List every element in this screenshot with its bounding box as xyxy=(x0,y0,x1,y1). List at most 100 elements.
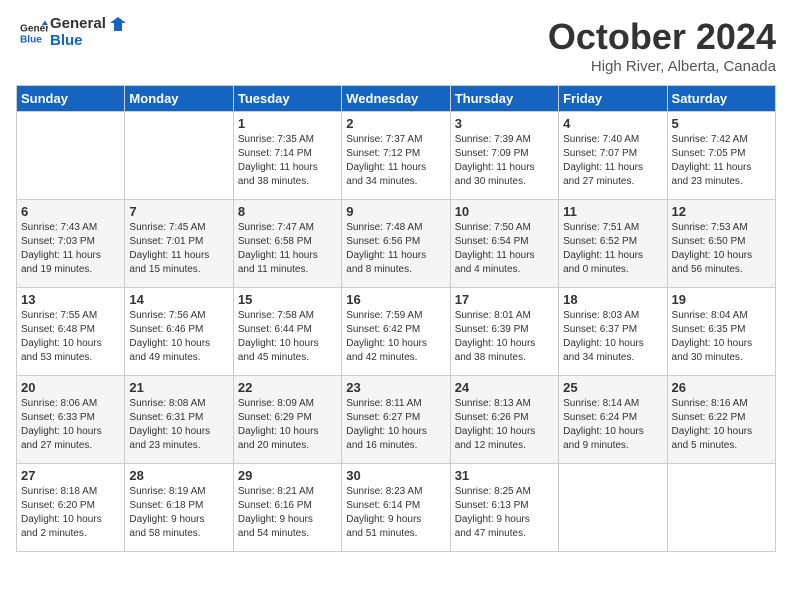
day-info: Sunrise: 7:43 AM Sunset: 7:03 PM Dayligh… xyxy=(21,221,120,277)
calendar-cell: 17 Sunrise: 8:01 AM Sunset: 6:39 PM Dayli… xyxy=(450,288,558,376)
calendar-week-row: 1Sunrise: 7:35 AM Sunset: 7:14 PM Daylig… xyxy=(17,112,776,200)
day-number: 20 xyxy=(21,380,120,395)
day-info: Sunrise: 7:55 AM Sunset: 6:48 PM Dayligh… xyxy=(21,309,120,365)
day-number: 11 xyxy=(563,204,662,219)
day-info: Sunrise: 8:16 AM Sunset: 6:22 PM Dayligh… xyxy=(672,397,771,453)
day-number: 28 xyxy=(129,468,228,483)
day-info: Sunrise: 7:37 AM Sunset: 7:12 PM Dayligh… xyxy=(346,133,445,189)
day-info: Sunrise: 7:40 AM Sunset: 7:07 PM Dayligh… xyxy=(563,133,662,189)
day-info: Sunrise: 8:04 AM Sunset: 6:35 PM Dayligh… xyxy=(672,309,771,365)
calendar-cell: 15Sunrise: 7:58 AM Sunset: 6:44 PM Dayli… xyxy=(233,288,341,376)
calendar-cell xyxy=(17,112,125,200)
day-number: 27 xyxy=(21,468,120,483)
day-number: 24 xyxy=(455,380,554,395)
calendar-cell: 8 Sunrise: 7:47 AM Sunset: 6:58 PM Daylig… xyxy=(233,200,341,288)
svg-text:Blue: Blue xyxy=(20,34,42,45)
day-number: 17 xyxy=(455,292,554,307)
calendar-cell: 1Sunrise: 7:35 AM Sunset: 7:14 PM Daylig… xyxy=(233,112,341,200)
page-header: General Blue General Blue October 2024 H… xyxy=(16,16,776,75)
calendar-cell: 23Sunrise: 8:11 AM Sunset: 6:27 PM Dayli… xyxy=(342,376,450,464)
weekday-row: SundayMondayTuesdayWednesdayThursdayFrid… xyxy=(17,86,776,112)
day-number: 14 xyxy=(129,292,228,307)
weekday-header: Sunday xyxy=(17,86,125,112)
weekday-header: Tuesday xyxy=(233,86,341,112)
day-info: Sunrise: 8:08 AM Sunset: 6:31 PM Dayligh… xyxy=(129,397,228,453)
calendar-cell: 11 Sunrise: 7:51 AM Sunset: 6:52 PM Dayli… xyxy=(559,200,667,288)
calendar-week-row: 20 Sunrise: 8:06 AM Sunset: 6:33 PM Dayli… xyxy=(17,376,776,464)
day-number: 4 xyxy=(563,116,662,131)
day-number: 26 xyxy=(672,380,771,395)
logo: General Blue General Blue xyxy=(16,16,126,49)
day-info: Sunrise: 7:42 AM Sunset: 7:05 PM Dayligh… xyxy=(672,133,771,189)
day-number: 7 xyxy=(129,204,228,219)
calendar-cell: 2 Sunrise: 7:37 AM Sunset: 7:12 PM Daylig… xyxy=(342,112,450,200)
calendar-cell: 16Sunrise: 7:59 AM Sunset: 6:42 PM Dayli… xyxy=(342,288,450,376)
calendar-cell xyxy=(667,464,775,552)
day-number: 19 xyxy=(672,292,771,307)
day-info: Sunrise: 7:35 AM Sunset: 7:14 PM Dayligh… xyxy=(238,133,337,189)
logo-bird-icon xyxy=(110,17,126,31)
calendar-cell: 10Sunrise: 7:50 AM Sunset: 6:54 PM Dayli… xyxy=(450,200,558,288)
logo-blue: Blue xyxy=(50,32,83,49)
day-info: Sunrise: 8:25 AM Sunset: 6:13 PM Dayligh… xyxy=(455,485,554,541)
calendar-cell: 21 Sunrise: 8:08 AM Sunset: 6:31 PM Dayli… xyxy=(125,376,233,464)
calendar-cell: 30Sunrise: 8:23 AM Sunset: 6:14 PM Dayli… xyxy=(342,464,450,552)
day-info: Sunrise: 8:09 AM Sunset: 6:29 PM Dayligh… xyxy=(238,397,337,453)
day-number: 8 xyxy=(238,204,337,219)
day-info: Sunrise: 7:50 AM Sunset: 6:54 PM Dayligh… xyxy=(455,221,554,277)
calendar-cell: 31 Sunrise: 8:25 AM Sunset: 6:13 PM Dayli… xyxy=(450,464,558,552)
day-info: Sunrise: 8:06 AM Sunset: 6:33 PM Dayligh… xyxy=(21,397,120,453)
calendar-cell: 3Sunrise: 7:39 AM Sunset: 7:09 PM Daylig… xyxy=(450,112,558,200)
calendar-cell: 18 Sunrise: 8:03 AM Sunset: 6:37 PM Dayli… xyxy=(559,288,667,376)
calendar-cell: 27Sunrise: 8:18 AM Sunset: 6:20 PM Dayli… xyxy=(17,464,125,552)
calendar-body: 1Sunrise: 7:35 AM Sunset: 7:14 PM Daylig… xyxy=(17,112,776,552)
day-number: 2 xyxy=(346,116,445,131)
day-number: 18 xyxy=(563,292,662,307)
day-info: Sunrise: 8:01 AM Sunset: 6:39 PM Dayligh… xyxy=(455,309,554,365)
location: High River, Alberta, Canada xyxy=(548,58,776,75)
day-number: 6 xyxy=(21,204,120,219)
day-info: Sunrise: 8:14 AM Sunset: 6:24 PM Dayligh… xyxy=(563,397,662,453)
logo-general: General xyxy=(50,15,106,32)
day-number: 13 xyxy=(21,292,120,307)
day-info: Sunrise: 7:39 AM Sunset: 7:09 PM Dayligh… xyxy=(455,133,554,189)
calendar-cell: 14 Sunrise: 7:56 AM Sunset: 6:46 PM Dayli… xyxy=(125,288,233,376)
calendar-cell: 29Sunrise: 8:21 AM Sunset: 6:16 PM Dayli… xyxy=(233,464,341,552)
month-title: October 2024 xyxy=(548,16,776,58)
calendar-cell: 6 Sunrise: 7:43 AM Sunset: 7:03 PM Daylig… xyxy=(17,200,125,288)
weekday-header: Thursday xyxy=(450,86,558,112)
day-number: 21 xyxy=(129,380,228,395)
calendar-cell: 28Sunrise: 8:19 AM Sunset: 6:18 PM Dayli… xyxy=(125,464,233,552)
day-info: Sunrise: 7:51 AM Sunset: 6:52 PM Dayligh… xyxy=(563,221,662,277)
day-number: 23 xyxy=(346,380,445,395)
day-info: Sunrise: 7:53 AM Sunset: 6:50 PM Dayligh… xyxy=(672,221,771,277)
weekday-header: Monday xyxy=(125,86,233,112)
day-info: Sunrise: 8:03 AM Sunset: 6:37 PM Dayligh… xyxy=(563,309,662,365)
calendar-cell: 25 Sunrise: 8:14 AM Sunset: 6:24 PM Dayli… xyxy=(559,376,667,464)
day-number: 31 xyxy=(455,468,554,483)
day-info: Sunrise: 7:45 AM Sunset: 7:01 PM Dayligh… xyxy=(129,221,228,277)
calendar-week-row: 13 Sunrise: 7:55 AM Sunset: 6:48 PM Dayli… xyxy=(17,288,776,376)
day-info: Sunrise: 7:56 AM Sunset: 6:46 PM Dayligh… xyxy=(129,309,228,365)
day-number: 5 xyxy=(672,116,771,131)
calendar-cell: 20 Sunrise: 8:06 AM Sunset: 6:33 PM Dayli… xyxy=(17,376,125,464)
calendar-cell: 26 Sunrise: 8:16 AM Sunset: 6:22 PM Dayli… xyxy=(667,376,775,464)
weekday-header: Friday xyxy=(559,86,667,112)
day-info: Sunrise: 8:23 AM Sunset: 6:14 PM Dayligh… xyxy=(346,485,445,541)
calendar-cell: 19 Sunrise: 8:04 AM Sunset: 6:35 PM Dayli… xyxy=(667,288,775,376)
calendar-cell: 13 Sunrise: 7:55 AM Sunset: 6:48 PM Dayli… xyxy=(17,288,125,376)
day-number: 12 xyxy=(672,204,771,219)
calendar-cell: 7 Sunrise: 7:45 AM Sunset: 7:01 PM Daylig… xyxy=(125,200,233,288)
day-number: 25 xyxy=(563,380,662,395)
day-info: Sunrise: 7:58 AM Sunset: 6:44 PM Dayligh… xyxy=(238,309,337,365)
calendar-table: SundayMondayTuesdayWednesdayThursdayFrid… xyxy=(16,85,776,552)
day-info: Sunrise: 7:59 AM Sunset: 6:42 PM Dayligh… xyxy=(346,309,445,365)
day-number: 29 xyxy=(238,468,337,483)
calendar-cell xyxy=(125,112,233,200)
calendar-week-row: 6 Sunrise: 7:43 AM Sunset: 7:03 PM Daylig… xyxy=(17,200,776,288)
calendar-week-row: 27Sunrise: 8:18 AM Sunset: 6:20 PM Dayli… xyxy=(17,464,776,552)
calendar-cell: 5 Sunrise: 7:42 AM Sunset: 7:05 PM Daylig… xyxy=(667,112,775,200)
calendar-cell: 4 Sunrise: 7:40 AM Sunset: 7:07 PM Daylig… xyxy=(559,112,667,200)
calendar-cell xyxy=(559,464,667,552)
day-info: Sunrise: 7:47 AM Sunset: 6:58 PM Dayligh… xyxy=(238,221,337,277)
